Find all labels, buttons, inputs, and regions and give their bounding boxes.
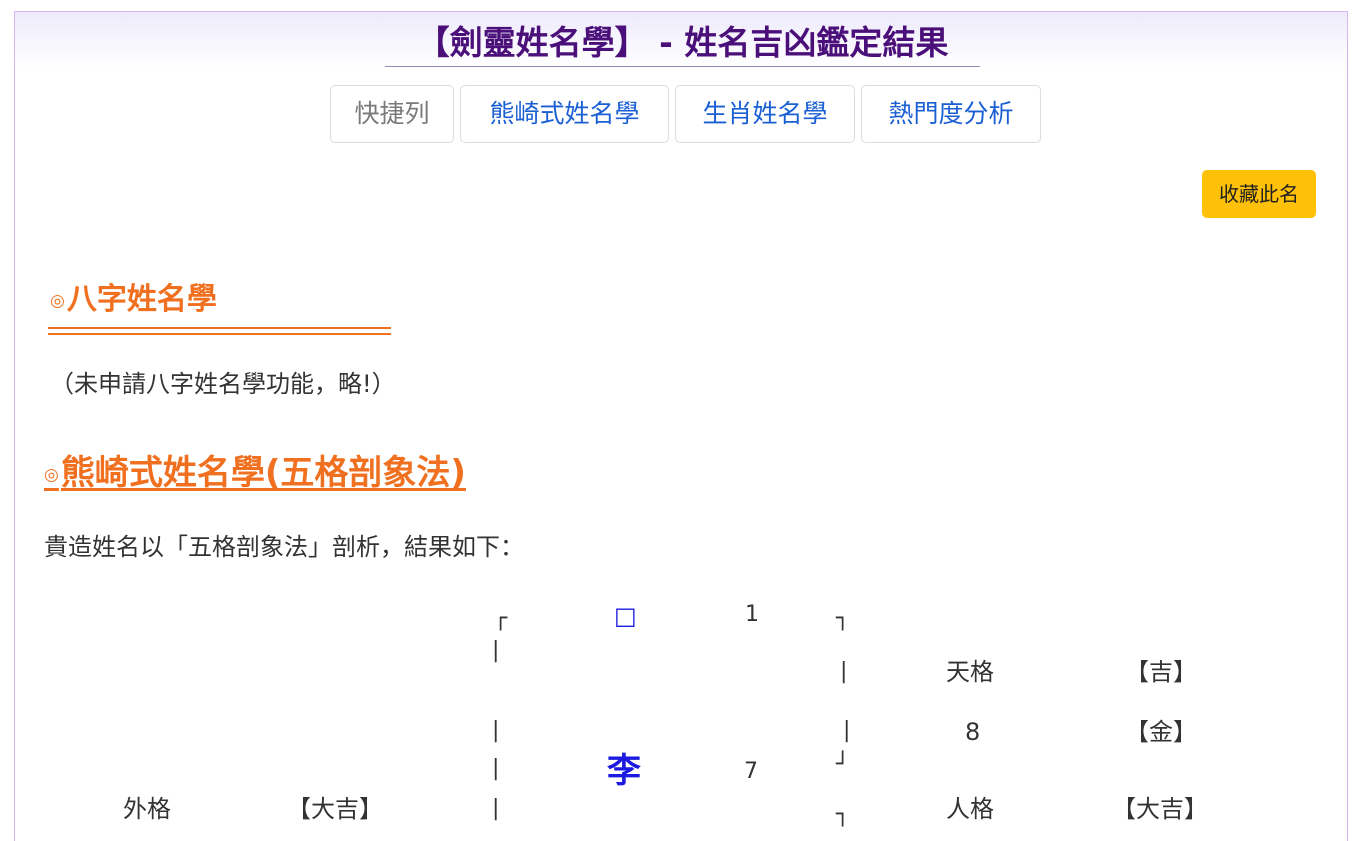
person-result: 【大吉】 — [1112, 795, 1208, 823]
nav-kumazaki-button[interactable]: 熊崎式姓名學 — [460, 85, 669, 143]
person-label: 人格 — [946, 795, 994, 823]
bazi-section-heading: ◎八字姓名學 — [50, 280, 217, 321]
surname-strokes: 7 — [744, 759, 758, 784]
outer-label: 外格 — [123, 795, 171, 823]
nav-popularity-button[interactable]: 熱門度分析 — [861, 85, 1041, 143]
bazi-note: （未申請八字姓名學功能，略!） — [50, 370, 396, 398]
bazi-section-title: 八字姓名學 — [66, 282, 217, 317]
bracket-bar: | — [492, 756, 500, 781]
bracket-bar: | — [492, 638, 500, 663]
section-divider — [48, 327, 391, 335]
page-title: 【劍靈姓名學】 - 姓名吉凶鑑定結果 — [385, 20, 980, 67]
surname-char: 李 — [607, 751, 641, 791]
favorite-button[interactable]: 收藏此名 — [1202, 170, 1316, 218]
kumazaki-section-heading[interactable]: ◎熊崎式姓名學(五格剖象法) — [44, 452, 466, 496]
bracket-bottom-right: ┘ — [836, 752, 850, 777]
bracket-bar: | — [492, 718, 500, 743]
nav-zodiac-button[interactable]: 生肖姓名學 — [675, 85, 855, 143]
nav-shortcut-button[interactable]: 快捷列 — [330, 85, 454, 143]
placeholder-char: □ — [614, 602, 637, 630]
heaven-element: 【金】 — [1125, 718, 1197, 746]
bracket-bar: | — [492, 796, 500, 821]
bracket-top-right: ┐ — [836, 606, 850, 631]
kumazaki-section-title[interactable]: 熊崎式姓名學(五格剖象法) — [61, 453, 466, 493]
bracket-top-right: ┐ — [836, 802, 850, 827]
bracket-bar: | — [840, 659, 848, 684]
heaven-result: 【吉】 — [1125, 658, 1197, 686]
bracket-bar: | — [843, 718, 851, 743]
placeholder-strokes: 1 — [745, 602, 759, 627]
bullet-icon: ◎ — [50, 290, 65, 311]
bullet-icon: ◎ — [44, 464, 59, 485]
kumazaki-intro: 貴造姓名以「五格剖象法」剖析，結果如下： — [44, 533, 524, 561]
heaven-label: 天格 — [946, 658, 994, 686]
heaven-value: 8 — [965, 718, 981, 746]
bracket-top-left: ┌ — [494, 606, 508, 631]
outer-result: 【大吉】 — [287, 795, 383, 823]
